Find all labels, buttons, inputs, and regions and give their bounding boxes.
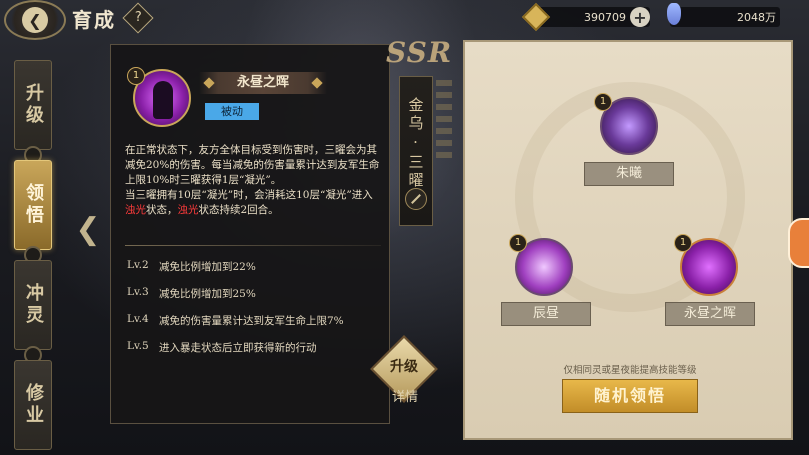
level-text: 减免的伤害量累计达到友军生命上限7% (159, 315, 344, 327)
random-comprehend-button[interactable]: 随机领悟 (562, 379, 698, 413)
skill-level-badge: 1 (594, 93, 612, 111)
tab-spirit[interactable]: 冲灵 (14, 260, 52, 350)
skill-level-badge: 1 (509, 234, 527, 252)
desc-highlight: 浊光 (177, 204, 199, 216)
character-silhouette-icon (153, 81, 173, 119)
detail-button[interactable]: 详情 (382, 386, 428, 405)
passive-tag: 被动 (205, 103, 259, 120)
skill-node-label: 永昼之晖 (665, 302, 755, 326)
divider (125, 245, 381, 246)
desc-text: 状态， (146, 204, 178, 216)
rarity-label: SSR (386, 36, 453, 69)
level-label: Lv.4 (127, 313, 149, 325)
level-text: 减免比例增加到22% (159, 261, 256, 273)
tab-comprehend[interactable]: 领悟 (14, 160, 52, 250)
level-bonus-list: Lv.2 减免比例增加到22% Lv.3 减免比例增加到25% Lv.4 减免的伤害量… (127, 259, 383, 367)
skill-tooltip-panel: 1 永昼之晖 被动 在正常状态下，友方全体目标受到伤害时，三曜会为其减免20%的… (110, 44, 390, 424)
wing-ornament (436, 80, 452, 160)
help-button[interactable]: ? (122, 2, 154, 34)
question-icon: ? (134, 10, 142, 26)
list-item: Lv.5 进入暴走状态后立即获得新的行动 (127, 340, 383, 367)
skill-description: 在正常状态下，友方全体目标受到伤害时，三曜会为其减免20%的伤害。每当减免的伤害… (125, 143, 381, 218)
desc-text: 在正常状态下，友方全体目标受到伤害时，三曜会为其减免20%的伤害。每当减免的伤害… (125, 144, 380, 186)
list-item: Lv.2 减免比例增加到22% (127, 259, 383, 286)
skill-node-chenzhou[interactable]: 1 (509, 234, 573, 296)
gem-resource: 2048万 (667, 3, 780, 27)
skill-level-badge: 1 (127, 67, 145, 85)
skill-node-yongzhou[interactable]: 1 (674, 234, 738, 296)
skill-node-zhuxi[interactable]: 1 (594, 93, 658, 155)
skill-node-label: 辰昼 (501, 302, 591, 326)
tab-training[interactable]: 修业 (14, 360, 52, 450)
page-title: 育成 (72, 8, 116, 32)
gem-icon (667, 3, 681, 25)
desc-text: 状态持续2回合。 (198, 204, 279, 216)
level-label: Lv.2 (127, 259, 149, 271)
level-text: 进入暴走状态后立即获得新的行动 (159, 342, 317, 354)
back-button[interactable]: ❮ (4, 0, 66, 40)
skill-level-badge: 1 (674, 234, 692, 252)
add-gold-button[interactable]: + (630, 7, 650, 27)
hint-text: 仅相同灵或星夜能提高技能等级 (563, 365, 697, 376)
coin-icon (521, 2, 551, 32)
gold-value: 390709 (584, 10, 626, 24)
upgrade-button-label[interactable]: 升级 (380, 356, 428, 376)
skills-panel: 1 朱曦 1 辰昼 1 永昼之晖 仅相同灵或星夜能提高技能等级 随机领悟 (463, 40, 793, 440)
skill-name: 永昼之晖 (199, 72, 327, 94)
level-label: Lv.3 (127, 286, 149, 298)
prev-character-arrow[interactable]: ❮ (74, 210, 102, 250)
top-bar: ❮ 育成 ? 390709 + 2048万 (0, 0, 809, 40)
gold-resource: 390709 + (521, 2, 650, 32)
list-item: Lv.4 减免的伤害量累计达到友军生命上限7% (127, 313, 383, 340)
compass-icon (405, 188, 427, 210)
chevron-left-icon: ❮ (22, 7, 48, 33)
skill-node-label: 朱曦 (584, 162, 674, 186)
desc-text: 当三曜拥有10层“凝光”时，会消耗这10层“凝光”进入 (125, 189, 373, 201)
level-label: Lv.5 (127, 340, 149, 352)
desc-highlight: 浊光 (125, 204, 146, 216)
side-event-icon[interactable] (788, 218, 809, 268)
tab-upgrade[interactable]: 升级 (14, 60, 52, 150)
level-text: 减免比例增加到25% (159, 288, 256, 300)
gem-value: 2048万 (737, 11, 776, 24)
list-item: Lv.3 减免比例增加到25% (127, 286, 383, 313)
